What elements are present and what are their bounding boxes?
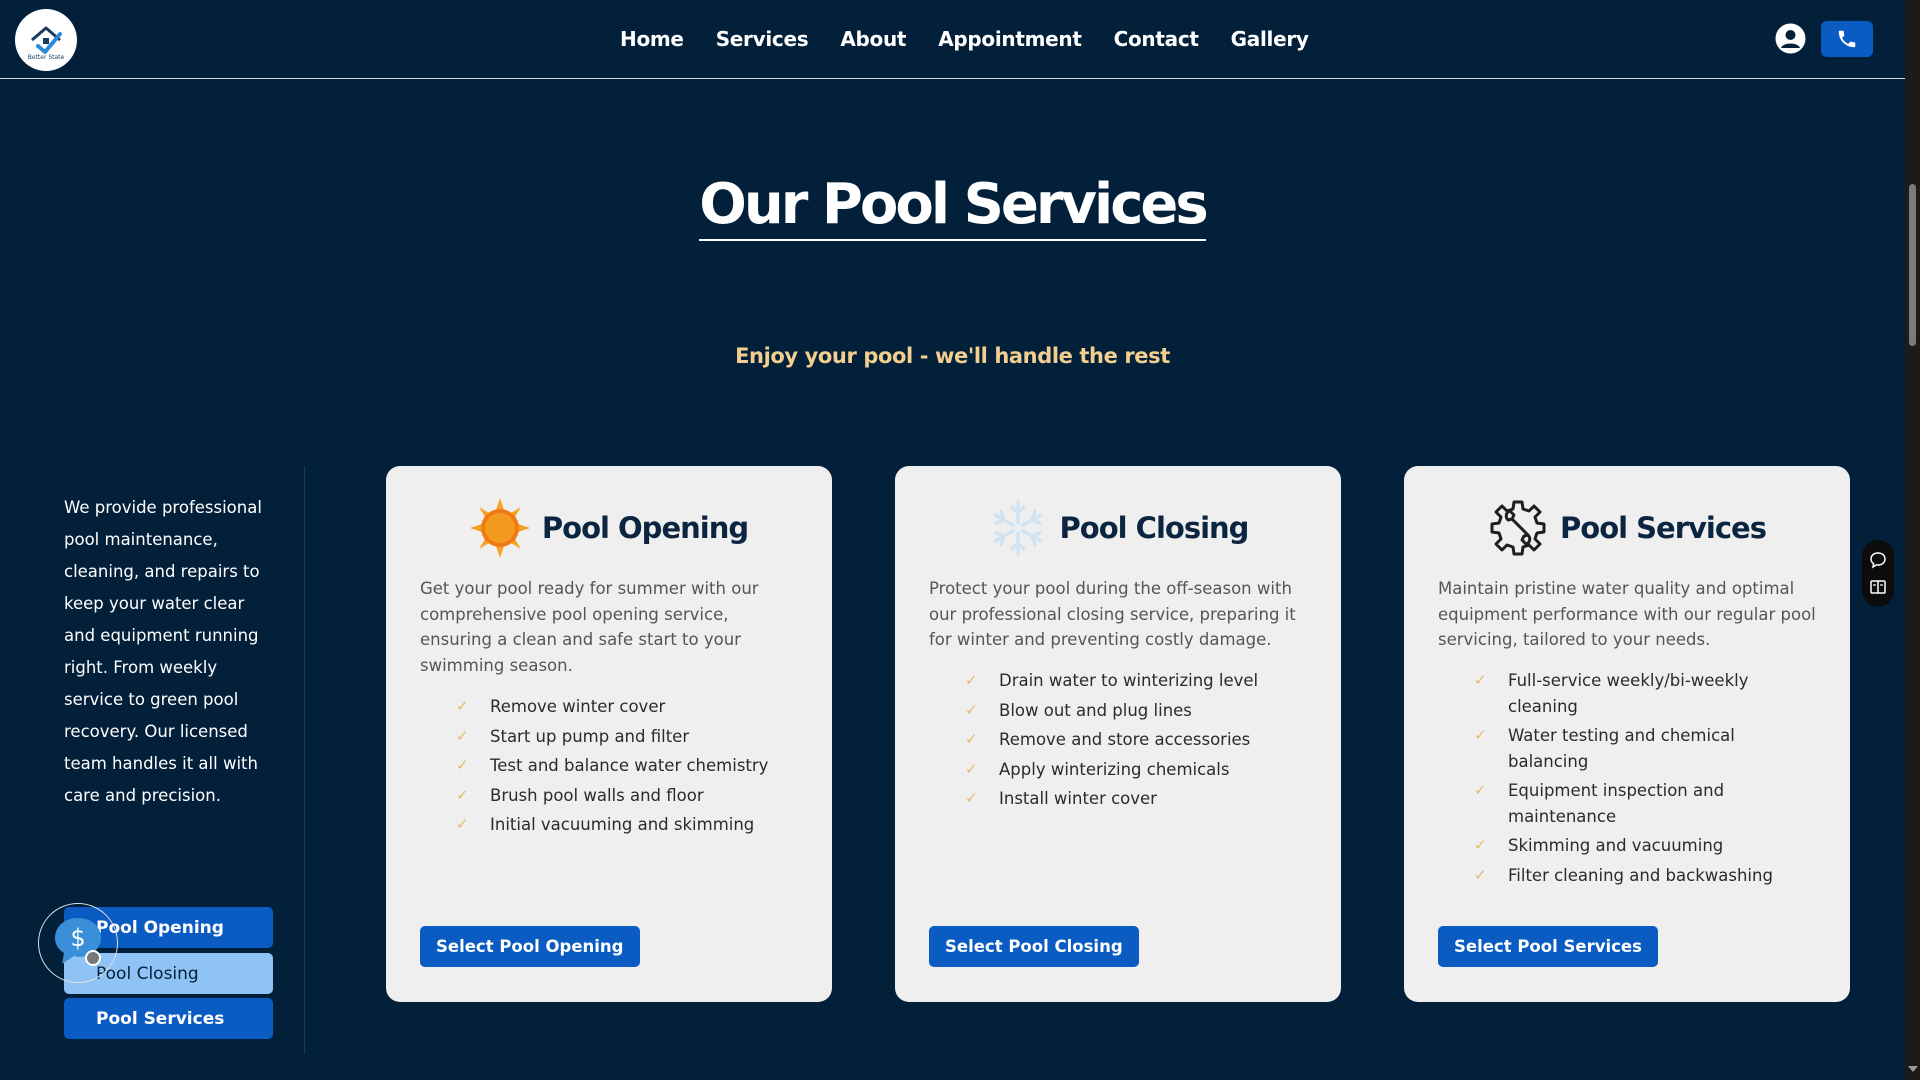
card-title: Pool Opening (541, 511, 749, 545)
list-item: ✓ Blow out and plug lines (965, 698, 1295, 724)
list-item: ✓ Remove winter cover (456, 694, 786, 720)
card-header: Pool Closing (895, 498, 1341, 558)
reader-icon[interactable] (1869, 578, 1887, 596)
svg-text:$: $ (70, 924, 85, 952)
list-item: ✓ Apply winterizing chemicals (965, 757, 1295, 783)
check-icon: ✓ (456, 697, 469, 715)
check-icon: ✓ (1474, 726, 1487, 744)
feature-list: ✓ Drain water to winterizing level ✓ Blow … (965, 668, 1295, 816)
sidebar-divider (304, 466, 305, 1054)
check-icon: ✓ (456, 726, 469, 745)
list-item: ✓ Brush pool walls and floor (456, 783, 786, 809)
check-icon: ✓ (1474, 836, 1487, 854)
side-tools-widget (1862, 540, 1894, 607)
nav-about[interactable]: About (840, 27, 906, 51)
card-description: Maintain pristine water quality and opti… (1438, 579, 1816, 649)
select-pool-closing-button[interactable]: Select Pool Closing (929, 926, 1139, 967)
page-scrollbar[interactable] (1905, 0, 1920, 1080)
check-icon: ✓ (1474, 781, 1487, 799)
nav-services[interactable]: Services (716, 27, 809, 51)
nav-contact[interactable]: Contact (1114, 27, 1199, 51)
nav-home[interactable]: Home (620, 27, 684, 51)
logo-text: Better State (27, 53, 65, 61)
page-title-wrapper: Our Pool Services (0, 172, 1905, 241)
gear-wrench-icon (1490, 500, 1546, 556)
check-icon: ✓ (456, 815, 469, 833)
card-header: Pool Services (1404, 498, 1850, 558)
scroll-down-arrow-icon[interactable] (1908, 1066, 1918, 1072)
feature-list: ✓ Remove winter cover ✓ Start up pump and … (456, 694, 786, 842)
card-description: Get your pool ready for summer with our … (420, 579, 759, 675)
list-item: ✓ Drain water to winterizing level (965, 668, 1295, 694)
card-pool-closing: Pool Closing Protect your pool during th… (895, 466, 1341, 1002)
sidebar-button-pool-services[interactable]: Pool Services (64, 998, 273, 1039)
list-item: ✓ Equipment inspection and maintenance (1474, 778, 1804, 829)
navbar: Better State Home Services About Appoint… (0, 0, 1905, 79)
check-icon: ✓ (1474, 671, 1487, 689)
select-pool-services-button[interactable]: Select Pool Services (1438, 926, 1658, 967)
phone-button[interactable] (1821, 21, 1873, 57)
list-item: ✓ Skimming and vacuuming (1474, 833, 1804, 859)
list-item: ✓ Full-service weekly/bi-weekly cleaning (1474, 668, 1804, 719)
check-icon: ✓ (965, 671, 978, 689)
card-title: Pool Closing (1059, 511, 1250, 545)
check-icon: ✓ (1474, 865, 1487, 884)
comment-icon[interactable] (1869, 551, 1887, 569)
card-pool-services: Pool Services Maintain pristine water qu… (1404, 466, 1850, 1002)
check-icon: ✓ (965, 759, 978, 778)
feature-list: ✓ Full-service weekly/bi-weekly cleaning … (1474, 668, 1804, 892)
list-item: ✓ Initial vacuuming and skimming (456, 812, 786, 838)
check-icon: ✓ (965, 730, 978, 748)
sidebar-intro: We provide professional pool maintenance… (64, 498, 262, 805)
select-pool-opening-button[interactable]: Select Pool Opening (420, 926, 640, 967)
phone-icon (1838, 30, 1856, 48)
list-item: ✓ Test and balance water chemistry (456, 753, 786, 779)
list-item: ✓ Install winter cover (965, 786, 1295, 812)
scrollbar-thumb[interactable] (1909, 184, 1916, 346)
page-subtitle: Enjoy your pool - we'll handle the rest (735, 344, 1170, 368)
snowflake-icon (993, 500, 1042, 556)
pricing-chat-widget[interactable]: $ (38, 903, 118, 983)
list-item: ✓ Remove and store accessories (965, 727, 1295, 753)
card-title: Pool Services (1560, 511, 1767, 545)
sun-icon (469, 498, 530, 558)
dollar-chat-icon: $ (55, 918, 101, 966)
card-pool-opening: Pool Opening Get your pool ready for sum… (386, 466, 832, 1002)
check-icon: ✓ (456, 756, 469, 774)
check-icon: ✓ (965, 700, 978, 719)
card-header: Pool Opening (386, 498, 832, 558)
card-description: Protect your pool during the off-season … (929, 579, 1296, 649)
page-title: Our Pool Services (699, 172, 1209, 241)
nav-appointment[interactable]: Appointment (938, 27, 1082, 51)
check-icon: ✓ (965, 789, 978, 807)
list-item: ✓ Start up pump and filter (456, 724, 786, 750)
main-nav: Home Services About Appointment Contact … (620, 0, 1309, 78)
user-account-icon[interactable] (1775, 23, 1806, 54)
site-logo[interactable]: Better State (15, 9, 77, 71)
list-item: ✓ Water testing and chemical balancing (1474, 723, 1804, 774)
check-icon: ✓ (456, 785, 469, 804)
list-item: ✓ Filter cleaning and backwashing (1474, 863, 1804, 889)
nav-gallery[interactable]: Gallery (1231, 27, 1309, 51)
